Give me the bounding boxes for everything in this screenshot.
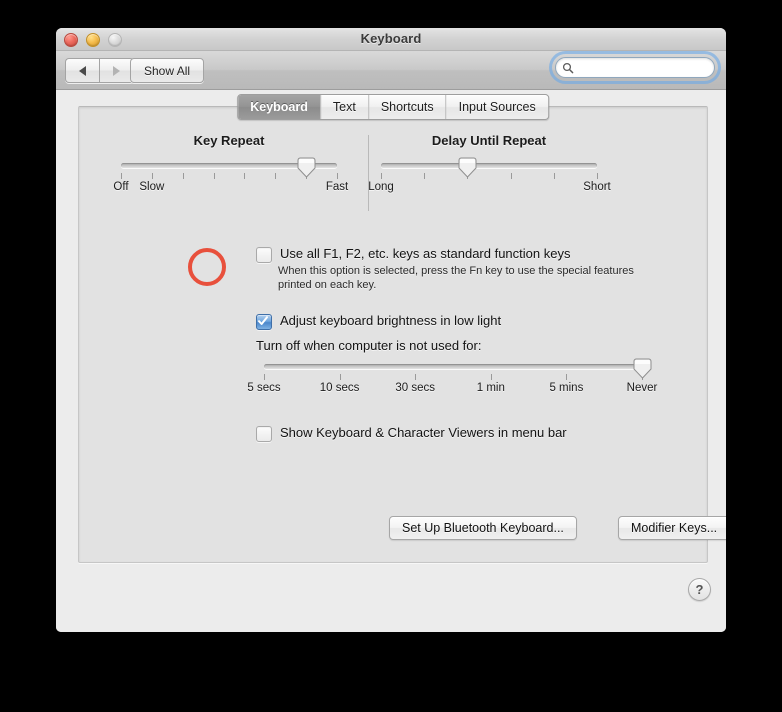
turn-off-labels: 5 secs 10 secs 30 secs 1 min 5 mins Never [247, 382, 657, 396]
function-keys-description: When this option is selected, press the … [278, 265, 634, 291]
key-repeat-labels: Off Slow Fast [113, 181, 349, 195]
slider-tick-label: Short [583, 181, 611, 193]
slider-tick [510, 173, 512, 179]
key-repeat-title: Key Repeat [193, 133, 265, 148]
forward-button[interactable] [99, 58, 134, 83]
slider-tick-label: 1 min [476, 382, 505, 394]
window-title: Keyboard [360, 31, 422, 46]
turn-off-thumb[interactable] [633, 358, 652, 379]
slider-tick-label: 5 secs [247, 382, 281, 394]
search-input[interactable] [576, 60, 726, 75]
tab-bar: Keyboard Text Shortcuts Input Sources [237, 94, 549, 120]
chevron-left-icon [79, 65, 86, 76]
slider-tick-label: Slow [139, 181, 165, 193]
keyboard-preferences-window: Keyboard Show All Keyboard Text Shortcut… [56, 28, 726, 632]
modifier-keys-button[interactable]: Modifier Keys... [618, 516, 726, 540]
slider-tick-label: 10 secs [319, 382, 360, 394]
tab-input-sources[interactable]: Input Sources [445, 95, 548, 119]
delay-repeat-slider[interactable] [373, 157, 605, 179]
turn-off-label: Turn off when computer is not used for: [256, 338, 482, 353]
slider-tick [264, 374, 265, 380]
slider-tick [121, 173, 122, 179]
slider-tick [337, 173, 338, 179]
slider-tick [381, 173, 382, 179]
slider-divider [368, 135, 369, 211]
slider-tick [566, 374, 568, 380]
navigation-buttons [65, 58, 134, 83]
delay-repeat-group: Delay Until Repeat Long Short [368, 133, 611, 195]
show-viewers-row[interactable]: Show Keyboard & Character Viewers in men… [256, 425, 567, 442]
help-button[interactable]: ? [688, 578, 711, 601]
brightness-row[interactable]: Adjust keyboard brightness in low light [256, 313, 501, 330]
turn-off-track [264, 364, 642, 369]
slider-tick [151, 173, 153, 179]
search-icon [562, 62, 574, 73]
key-repeat-thumb[interactable] [297, 157, 316, 178]
slider-tick [415, 374, 417, 380]
function-keys-checkbox[interactable] [256, 247, 272, 263]
slider-tick [213, 173, 215, 179]
slider-tick [244, 173, 246, 179]
show-all-button[interactable]: Show All [130, 58, 205, 83]
key-repeat-group: Key Repeat Off Slow Fast [113, 133, 349, 195]
show-viewers-checkbox[interactable] [256, 426, 272, 442]
show-viewers-label: Show Keyboard & Character Viewers in men… [280, 425, 567, 440]
brightness-checkbox[interactable] [256, 314, 272, 330]
function-keys-label: Use all F1, F2, etc. keys as standard fu… [280, 246, 571, 261]
slider-tick [424, 173, 426, 179]
slider-tick [553, 173, 555, 179]
key-repeat-slider[interactable] [113, 157, 345, 179]
search-field-wrapper [555, 57, 726, 78]
slider-tick [597, 173, 598, 179]
tab-text[interactable]: Text [319, 95, 368, 119]
slider-tick [490, 374, 492, 380]
window-titlebar: Keyboard [56, 28, 726, 51]
checkmark-icon [258, 316, 268, 325]
search-field[interactable] [555, 57, 726, 78]
keyboard-pane: Keyboard Text Shortcuts Input Sources Ke… [78, 94, 726, 563]
setup-bluetooth-keyboard-button[interactable]: Set Up Bluetooth Keyboard... [389, 516, 577, 540]
slider-tick [182, 173, 184, 179]
back-button[interactable] [65, 58, 99, 83]
toolbar: Show All [56, 51, 726, 90]
turn-off-slider[interactable] [256, 358, 651, 380]
brightness-label: Adjust keyboard brightness in low light [280, 313, 502, 328]
slider-tick-label: 30 secs [395, 382, 436, 394]
slider-tick-label: Never [626, 382, 658, 394]
turn-off-ticks [264, 374, 643, 381]
tab-keyboard[interactable]: Keyboard [238, 95, 320, 119]
delay-repeat-ticks [381, 173, 598, 180]
preference-content: Keyboard Text Shortcuts Input Sources Ke… [56, 90, 726, 632]
repeat-sliders-row: Key Repeat Off Slow Fast Delay Until Repea… [79, 133, 707, 215]
slider-tick-label: Long [368, 181, 394, 193]
delay-repeat-labels: Long Short [368, 181, 611, 195]
delay-repeat-title: Delay Until Repeat [431, 133, 547, 148]
function-keys-row[interactable]: Use all F1, F2, etc. keys as standard fu… [256, 246, 570, 263]
slider-tick-label: 5 mins [549, 382, 584, 394]
slider-tick [339, 374, 341, 380]
delay-repeat-thumb[interactable] [458, 157, 477, 178]
slider-tick-label: Fast [325, 181, 349, 193]
turn-off-group: 5 secs 10 secs 30 secs 1 min 5 mins Never [247, 358, 657, 396]
chevron-right-icon [113, 65, 120, 76]
tab-shortcuts[interactable]: Shortcuts [367, 95, 446, 119]
delay-repeat-track [381, 163, 597, 168]
slider-tick [275, 173, 277, 179]
slider-tick-label: Off [113, 181, 129, 193]
